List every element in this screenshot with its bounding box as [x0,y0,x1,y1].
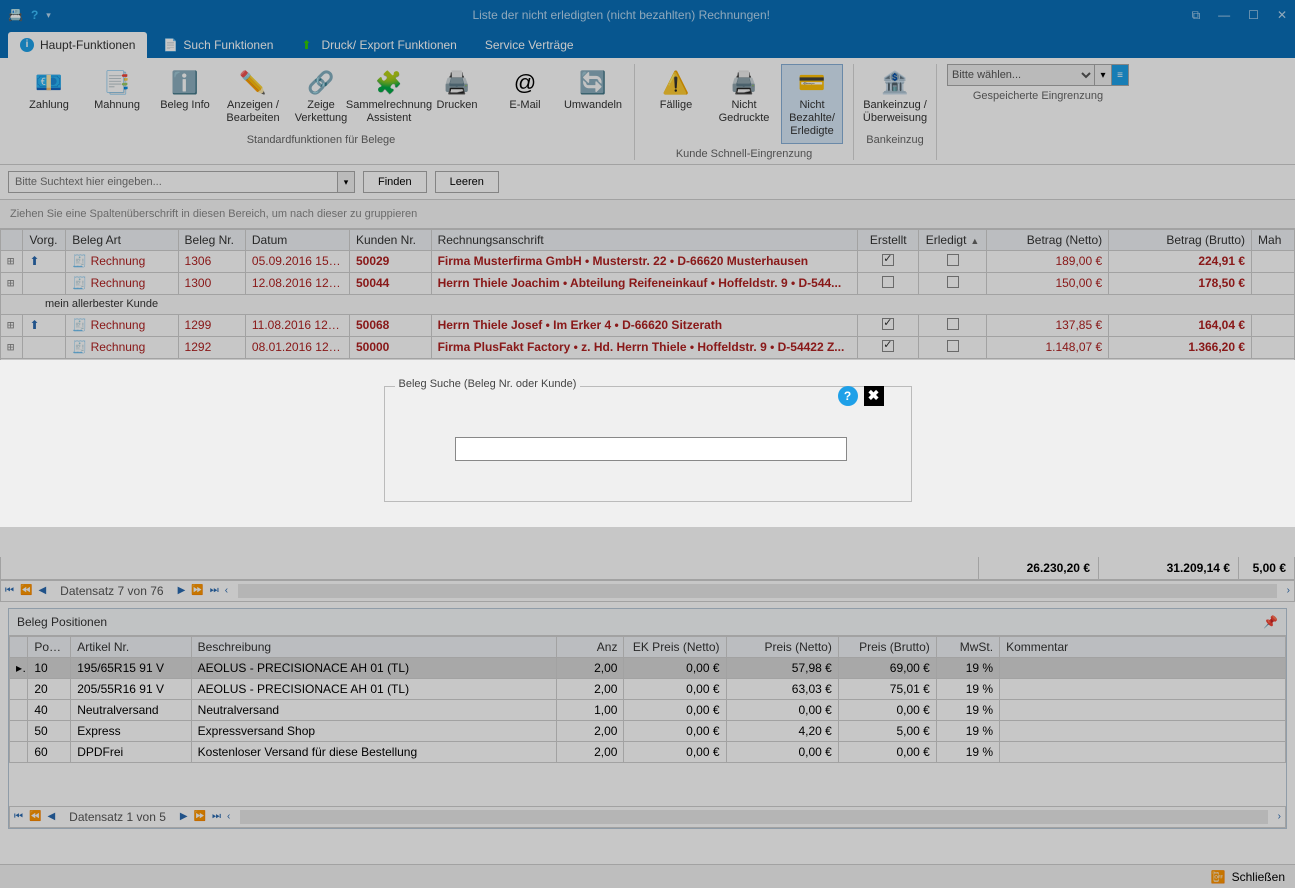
dialog-icons: ? ✖ [838,386,884,406]
dialog-help-icon[interactable]: ? [838,386,858,406]
dialog-close-icon[interactable]: ✖ [864,386,884,406]
modal-strip: Beleg Suche (Beleg Nr. oder Kunde) [0,360,1295,527]
beleg-suche-input[interactable] [455,437,847,461]
dialog-legend: Beleg Suche (Beleg Nr. oder Kunde) [395,378,581,390]
beleg-suche-dialog: Beleg Suche (Beleg Nr. oder Kunde) [384,386,912,502]
